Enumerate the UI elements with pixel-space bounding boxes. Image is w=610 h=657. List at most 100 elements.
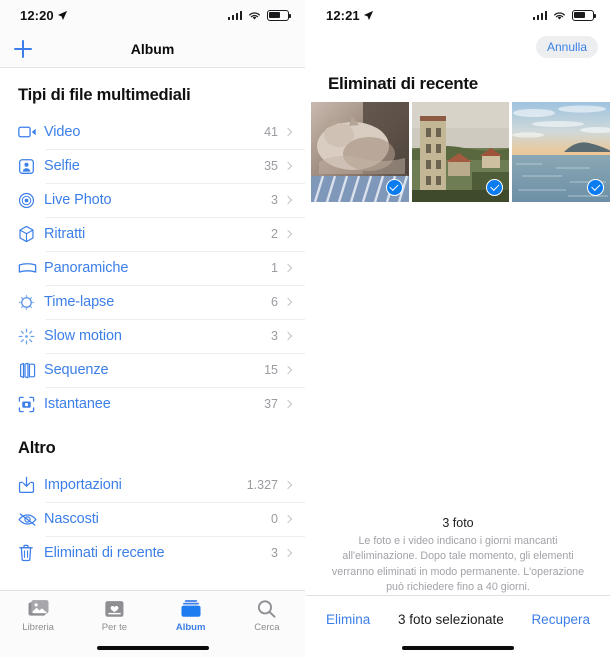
list-item-eliminati-di-recente[interactable]: Eliminati di recente 3 xyxy=(0,536,305,570)
list-item-video[interactable]: Video 41 xyxy=(0,115,305,149)
recover-button[interactable]: Recupera xyxy=(531,612,590,627)
selected-check-icon[interactable] xyxy=(385,179,403,196)
status-indicators xyxy=(532,9,597,21)
chevron-right-icon xyxy=(283,514,293,524)
chevron-right-icon xyxy=(283,480,293,490)
list-item-selfie[interactable]: Selfie 35 xyxy=(0,149,305,183)
home-indicator xyxy=(96,645,209,650)
live-photo-icon xyxy=(18,189,44,211)
selfie-icon xyxy=(18,155,44,177)
battery-icon xyxy=(267,9,292,21)
list-item-slow-motion[interactable]: Slow motion 3 xyxy=(0,319,305,353)
list-item-count: 3 xyxy=(271,546,278,560)
panorama-icon xyxy=(18,257,44,279)
list-item-label: Ritratti xyxy=(44,226,86,242)
screenshot-icon xyxy=(18,393,44,415)
list-item-count: 6 xyxy=(271,295,278,309)
albums-icon xyxy=(181,600,201,617)
list-item-label: Slow motion xyxy=(44,328,122,344)
plus-icon[interactable] xyxy=(14,39,32,58)
list-item-label: Panoramiche xyxy=(44,260,129,276)
chevron-right-icon xyxy=(283,161,293,171)
delete-button[interactable]: Elimina xyxy=(326,612,370,627)
chevron-right-icon xyxy=(283,127,293,137)
section-title-media-types: Tipi di file multimediali xyxy=(18,86,191,104)
list-item-time-lapse[interactable]: Time-lapse 6 xyxy=(0,285,305,319)
right-navigation-bar: Annulla xyxy=(306,30,610,68)
burst-icon xyxy=(18,359,44,381)
photo-thumbnail[interactable] xyxy=(311,102,409,202)
navigation-bar: Album xyxy=(0,30,305,68)
timelapse-icon xyxy=(18,291,44,313)
list-item-label: Selfie xyxy=(44,158,80,174)
photo-thumbnail[interactable] xyxy=(411,102,510,202)
home-indicator xyxy=(402,645,514,650)
list-item-label: Live Photo xyxy=(44,192,112,208)
wifi-icon xyxy=(554,11,565,19)
photo-thumbnail[interactable] xyxy=(512,102,610,202)
tab-label: Libreria xyxy=(22,622,54,633)
list-item-panoramiche[interactable]: Panoramiche 1 xyxy=(0,251,305,285)
wifi-icon xyxy=(249,11,260,19)
video-camera-icon xyxy=(18,121,44,143)
list-item-count: 2 xyxy=(271,227,278,241)
list-item-nascosti[interactable]: Nascosti 0 xyxy=(0,502,305,536)
left-phone-screen: 12:20 Album Tipi di file multimediali Vi… xyxy=(0,0,305,657)
status-time: 12:21 xyxy=(326,8,374,23)
list-item-count: 41 xyxy=(264,125,278,139)
list-item-label: Istantanee xyxy=(44,396,111,412)
status-time-text: 12:20 xyxy=(20,7,54,23)
list-item-ritratti[interactable]: Ritratti 2 xyxy=(0,217,305,251)
list-item-live-photo[interactable]: Live Photo 3 xyxy=(0,183,305,217)
tab-cerca[interactable]: Cerca xyxy=(229,599,305,633)
right-phone-screen: 12:21 Annulla Eliminati di recente 3 fot… xyxy=(305,0,610,657)
tab-label: Album xyxy=(175,622,206,633)
search-icon xyxy=(258,600,276,618)
list-item-sequenze[interactable]: Sequenze 15 xyxy=(0,353,305,387)
list-item-istantanee[interactable]: Istantanee 37 xyxy=(0,387,305,421)
list-item-count: 3 xyxy=(271,193,278,207)
list-item-label: Time-lapse xyxy=(44,294,115,310)
tab-label: Cerca xyxy=(254,622,280,633)
selection-status-label: 3 foto selezionate xyxy=(397,612,504,627)
chevron-right-icon xyxy=(283,297,293,307)
section-title-other: Altro xyxy=(18,439,56,457)
selection-toolbar: Elimina 3 foto selezionate Recupera xyxy=(306,595,610,657)
list-item-count: 3 xyxy=(271,329,278,343)
cancel-button[interactable]: Annulla xyxy=(535,36,598,58)
albums-list[interactable]: Tipi di file multimediali Video 41 Selfi… xyxy=(0,68,305,620)
eye-slash-icon xyxy=(18,508,44,530)
location-arrow-icon xyxy=(57,10,67,20)
status-time-text: 12:21 xyxy=(326,7,360,23)
list-item-label: Nascosti xyxy=(44,511,99,527)
selected-check-icon[interactable] xyxy=(587,179,605,196)
list-item-count: 15 xyxy=(264,363,278,377)
list-item-count: 35 xyxy=(264,159,278,173)
cube-icon xyxy=(18,223,44,245)
tab-album[interactable]: Album xyxy=(153,599,229,633)
photo-grid xyxy=(306,102,610,202)
chevron-right-icon xyxy=(283,548,293,558)
tab-per-te[interactable]: Per te xyxy=(76,599,152,633)
location-arrow-icon xyxy=(363,10,373,20)
chevron-right-icon xyxy=(283,229,293,239)
chevron-right-icon xyxy=(283,195,293,205)
slow-motion-icon xyxy=(18,325,44,347)
deleted-info-footer: 3 foto Le foto e i video indicano i gior… xyxy=(306,516,610,595)
list-item-importazioni[interactable]: Importazioni 1.327 xyxy=(0,468,305,502)
status-indicators xyxy=(227,9,292,21)
photo-count-label: 3 foto xyxy=(442,516,474,531)
tab-libreria[interactable]: Libreria xyxy=(0,599,76,633)
status-time: 12:20 xyxy=(20,8,68,23)
cellular-signal-icon xyxy=(532,10,547,20)
chevron-right-icon xyxy=(283,399,293,409)
trash-icon xyxy=(18,542,44,564)
tab-label: Per te xyxy=(101,622,128,633)
for-you-icon xyxy=(105,601,124,617)
list-item-count: 1.327 xyxy=(246,478,278,492)
chevron-right-icon xyxy=(283,263,293,273)
cellular-signal-icon xyxy=(227,10,242,20)
list-item-label: Sequenze xyxy=(44,362,109,378)
list-item-label: Eliminati di recente xyxy=(44,545,165,561)
list-item-count: 0 xyxy=(271,512,278,526)
